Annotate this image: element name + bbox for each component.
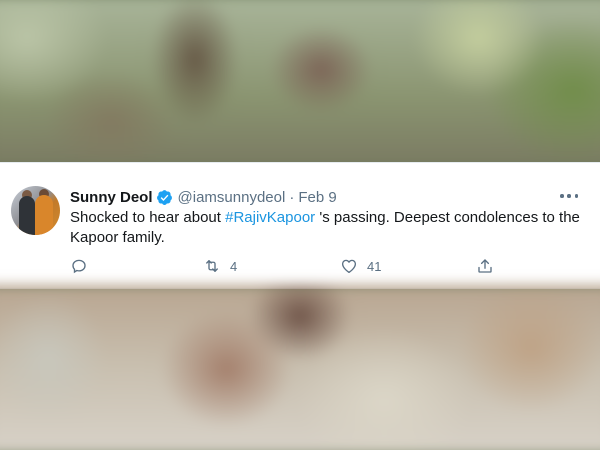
more-dots-icon <box>560 194 564 198</box>
tweet-header: Sunny Deol @iamsunnydeol · Feb 9 <box>70 187 337 207</box>
separator-dot: · <box>289 188 295 206</box>
user-handle[interactable]: @iamsunnydeol <box>178 189 286 206</box>
blurred-background-top <box>0 0 600 167</box>
like-button[interactable]: 41 <box>340 256 381 276</box>
avatar[interactable] <box>11 186 60 235</box>
retweet-count: 4 <box>230 258 238 274</box>
verified-badge-icon <box>156 189 173 206</box>
heart-icon <box>340 257 358 275</box>
display-name[interactable]: Sunny Deol <box>70 189 153 206</box>
like-count: 41 <box>367 258 382 274</box>
tweet-text-before: Shocked to hear about <box>70 209 226 226</box>
tweet-text: Shocked to hear about #RajivKapoor 's pa… <box>70 208 585 248</box>
retweet-button[interactable]: 4 <box>203 256 237 276</box>
more-options-button[interactable] <box>560 189 578 203</box>
retweet-icon <box>203 257 221 275</box>
share-icon <box>476 257 494 275</box>
blurred-background-bottom <box>0 284 600 450</box>
reply-icon <box>70 257 88 275</box>
share-button[interactable] <box>476 256 494 276</box>
tweet-date[interactable]: Feb 9 <box>298 189 336 206</box>
hashtag-link[interactable]: #RajivKapoor <box>225 209 315 226</box>
reply-button[interactable] <box>70 256 97 276</box>
